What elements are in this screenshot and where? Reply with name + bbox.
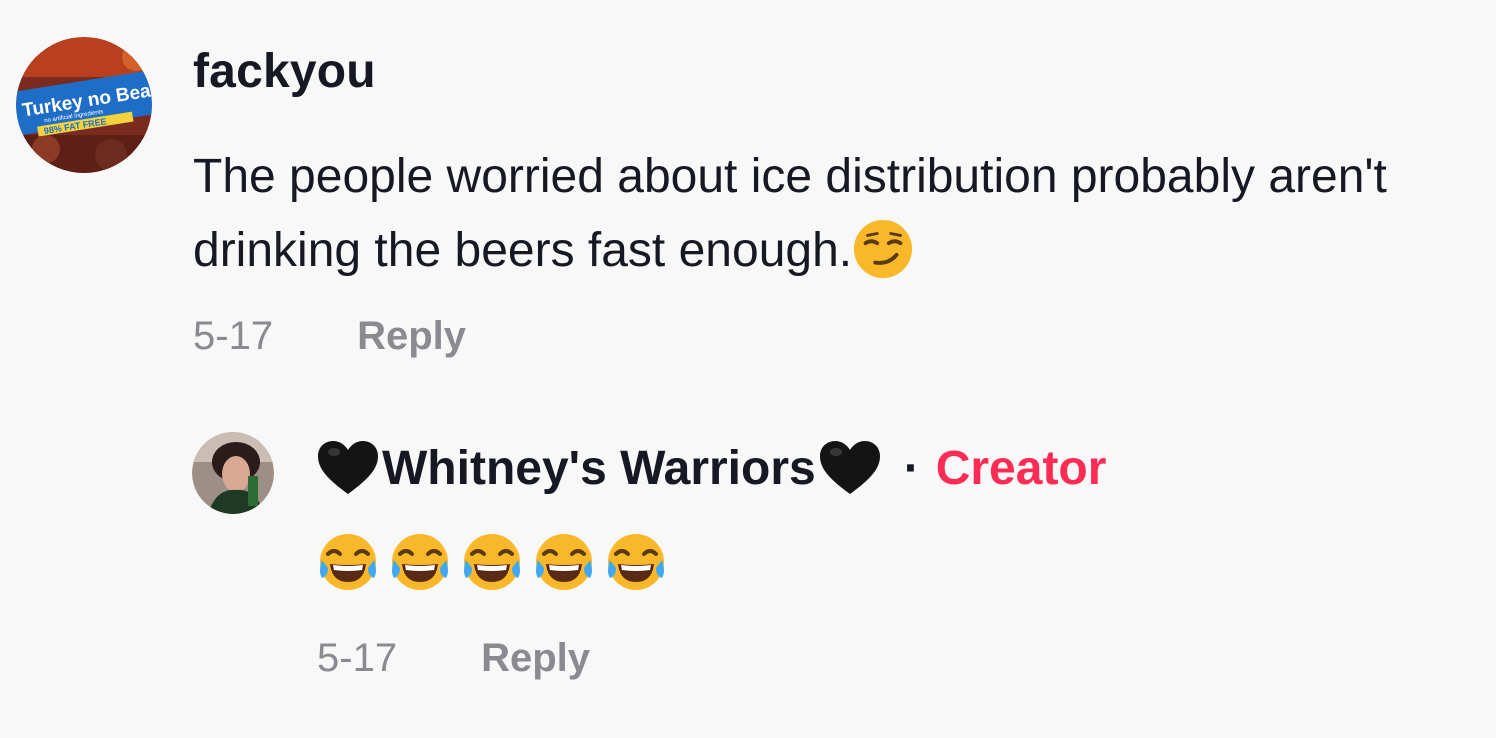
tears-of-joy-icon <box>316 532 380 601</box>
commenter-username[interactable]: fackyou <box>193 44 376 99</box>
avatar-image <box>192 432 274 514</box>
tears-of-joy-icon <box>532 532 596 601</box>
commenter-avatar[interactable]: Turkey no Beans no artificial ingredient… <box>16 37 152 173</box>
reply-button[interactable]: Reply <box>481 636 590 681</box>
reply-body <box>316 532 668 601</box>
avatar-image: Turkey no Beans no artificial ingredient… <box>16 37 152 173</box>
black-heart-icon <box>818 438 882 498</box>
smirking-face-icon <box>852 216 914 290</box>
comment-date: 5-17 <box>193 314 274 358</box>
black-heart-icon <box>316 438 380 498</box>
tears-of-joy-icon <box>604 532 668 601</box>
tears-of-joy-icon <box>460 532 524 601</box>
reply-button[interactable]: Reply <box>357 314 466 359</box>
comment-body: The people worried about ice distributio… <box>193 140 1453 290</box>
comments-panel: Turkey no Beans no artificial ingredient… <box>0 0 1496 738</box>
reply-date: 5-17 <box>317 636 398 680</box>
creator-badge: Creator <box>935 441 1107 495</box>
creator-username[interactable]: Whitney's Warriors <box>382 441 816 496</box>
tears-of-joy-icon <box>388 532 452 601</box>
comment-text: The people worried about ice distributio… <box>193 150 1387 277</box>
reply-meta: 5-17 Reply <box>317 636 590 681</box>
separator-dot: · <box>903 441 920 495</box>
comment-meta: 5-17 Reply <box>193 314 466 359</box>
reply-header: Whitney's Warriors · Creator <box>316 438 1106 498</box>
creator-avatar[interactable] <box>192 432 274 514</box>
